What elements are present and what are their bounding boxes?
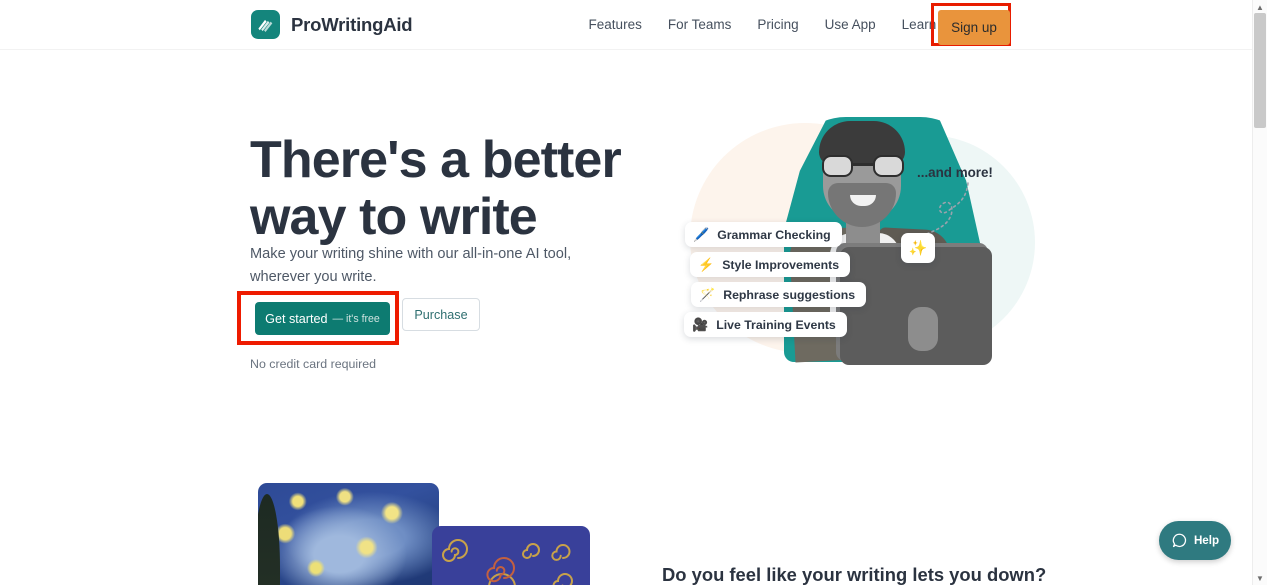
movie-camera-icon: 🎥 — [692, 317, 709, 332]
nav-link-for-teams[interactable]: For Teams — [655, 17, 745, 32]
callout-label: Live Training Events — [716, 317, 836, 332]
get-started-button[interactable]: Get started — it's free — [255, 302, 390, 335]
indigo-doodle-artwork — [432, 526, 590, 585]
callout-label: Grammar Checking — [717, 227, 831, 242]
glasses-bridge — [853, 163, 873, 166]
nav-link-features[interactable]: Features — [576, 17, 655, 32]
starry-night-artwork — [258, 483, 439, 585]
brand-logo-link[interactable]: ProWritingAid — [251, 10, 413, 39]
no-credit-card-note: No credit card required — [250, 357, 377, 371]
lower-section-heading: Do you feel like your writing lets you d… — [662, 564, 1047, 585]
callout-label: Style Improvements — [722, 257, 840, 272]
lightning-icon: ⚡ — [698, 257, 715, 272]
help-widget-label: Help — [1193, 534, 1220, 547]
callout-label: Rephrase suggestions — [723, 287, 856, 302]
scroll-up-arrow[interactable]: ▲ — [1253, 0, 1267, 14]
hand — [908, 307, 938, 351]
callout-style-improvements: ⚡ Style Improvements — [690, 252, 851, 277]
and-more-label: ...and more! — [917, 165, 993, 180]
get-started-label: Get started — [265, 311, 328, 326]
help-widget-button[interactable]: Help — [1159, 521, 1231, 560]
book-logo-icon — [251, 10, 280, 39]
glasses-icon — [822, 155, 904, 177]
signup-highlight-box: Sign up — [931, 3, 1011, 46]
magic-wand-icon: 🪄 — [699, 287, 716, 302]
glasses-lens-left — [822, 155, 853, 177]
nav-link-use-app[interactable]: Use App — [812, 17, 889, 32]
purchase-button[interactable]: Purchase — [402, 298, 480, 331]
hero-heading: There's a better way to write — [250, 130, 622, 246]
glasses-lens-right — [873, 155, 904, 177]
scroll-down-arrow[interactable]: ▼ — [1253, 571, 1267, 585]
get-started-highlight-box: Get started — it's free — [237, 291, 399, 345]
cypress-tree — [258, 494, 280, 585]
signup-button[interactable]: Sign up — [938, 10, 1010, 45]
pencil-icon: 🖊️ — [693, 227, 710, 242]
site-header: ProWritingAid Features For Teams Pricing… — [0, 0, 1252, 50]
callout-live-training-events: 🎥 Live Training Events — [684, 312, 847, 337]
callout-grammar-checking: 🖊️ Grammar Checking — [685, 222, 842, 247]
callout-rephrase-suggestions: 🪄 Rephrase suggestions — [691, 282, 867, 307]
nav-link-pricing[interactable]: Pricing — [744, 17, 811, 32]
hero-illustration: 🖊️ Grammar Checking ⚡ Style Improvements… — [640, 95, 1040, 370]
sparkle-icon: ✨ — [901, 233, 935, 263]
page-viewport: ProWritingAid Features For Teams Pricing… — [0, 0, 1252, 585]
get-started-free-note: — it's free — [332, 312, 380, 325]
hero-subheading: Make your writing shine with our all-in-… — [250, 245, 572, 285]
speech-bubble-icon — [1172, 533, 1187, 548]
scrollbar-thumb[interactable] — [1254, 13, 1266, 128]
page-scrollbar[interactable]: ▲ ▼ — [1252, 0, 1267, 585]
brand-name: ProWritingAid — [291, 13, 413, 35]
